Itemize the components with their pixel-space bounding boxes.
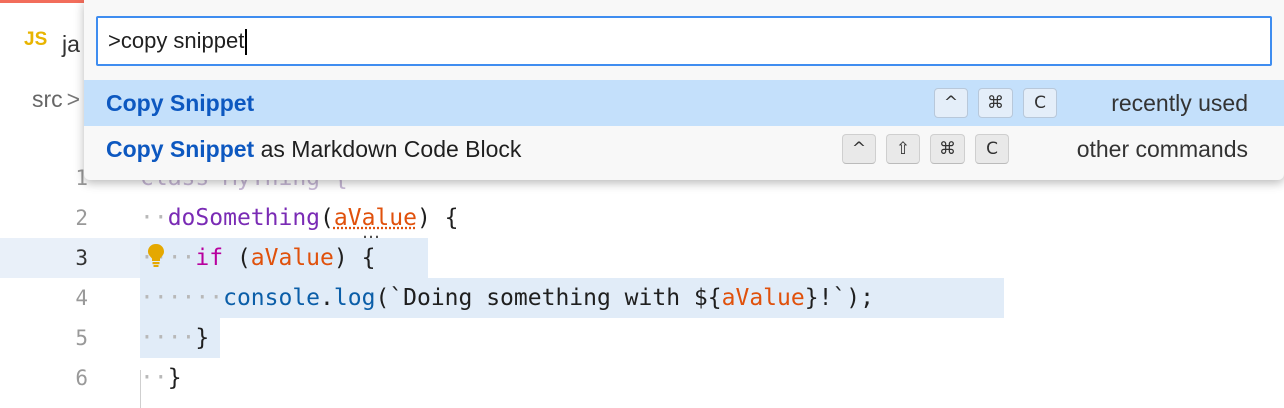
control-key: ^ (842, 134, 876, 164)
code-line-3: ····if (aValue) { (140, 245, 376, 271)
code-line-4: ······console.log(`Doing something with … (140, 285, 874, 311)
control-key: ^ (934, 88, 968, 118)
command-key: ⌘ (930, 134, 965, 164)
code-editor[interactable]: 1 2 3 4 5 6 class MyThing { ··doSomethin… (0, 160, 1284, 408)
keybinding: ^ ⌘ C (934, 88, 1057, 120)
line-number: 2 (75, 206, 88, 230)
c-key: C (975, 134, 1009, 164)
line-number: 5 (75, 326, 88, 350)
palette-result-item[interactable]: Copy Snippet ^ ⌘ C recently used (84, 80, 1284, 126)
result-group-label: other commands (1076, 136, 1248, 162)
lightbulb-icon[interactable] (146, 242, 166, 270)
code-line-6: ··} (140, 365, 182, 391)
text-caret (245, 29, 248, 56)
result-match-highlight: Copy Snippet (106, 136, 255, 162)
tab-label: ja (62, 31, 80, 57)
result-group-label: recently used (1111, 90, 1248, 116)
keybinding: ^ ⇧ ⌘ C (842, 134, 1009, 166)
breadcrumb-item-src[interactable]: src (32, 86, 63, 112)
c-key: C (1023, 88, 1057, 118)
indent-guide (140, 370, 141, 408)
result-label: Copy Snippet (106, 80, 254, 126)
result-match-highlight: Copy Snippet (106, 90, 255, 116)
command-palette: >copy snippet Copy Snippet ^ ⌘ C recentl… (84, 0, 1284, 180)
line-number: 6 (75, 366, 88, 390)
line-number: 4 (75, 286, 88, 310)
breadcrumb: src > (32, 86, 80, 113)
javascript-file-icon: JS (24, 29, 48, 50)
result-label: Copy Snippet as Markdown Code Block (106, 136, 522, 162)
command-key: ⌘ (978, 88, 1013, 118)
command-palette-input-box[interactable]: >copy snippet (96, 16, 1272, 66)
breadcrumb-separator: > (66, 86, 81, 112)
shift-key: ⇧ (886, 134, 920, 164)
command-palette-input[interactable]: >copy snippet (108, 18, 1258, 64)
line-number: 1 (75, 166, 88, 190)
code-line-2: ··doSomething(aValue) { (140, 205, 459, 231)
line-number-active: 3 (75, 246, 88, 270)
code-line-5: ····} (140, 325, 210, 351)
line-number-gutter: 1 2 3 4 5 6 (0, 160, 110, 408)
palette-result-item[interactable]: Copy Snippet as Markdown Code Block ^ ⇧ … (84, 126, 1284, 172)
